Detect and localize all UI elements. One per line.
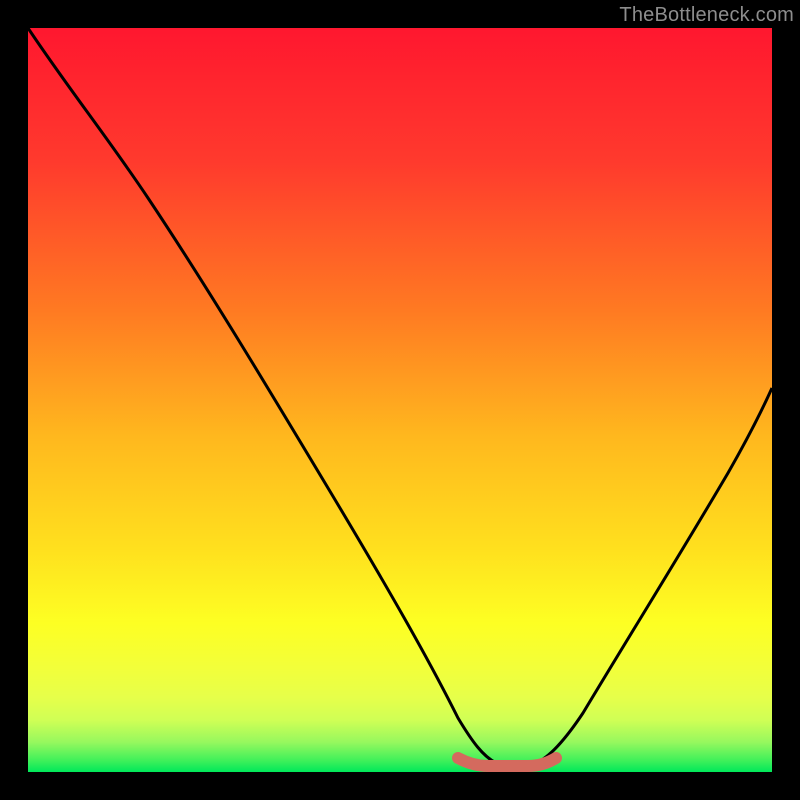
bottleneck-curve (28, 28, 772, 763)
watermark-label: TheBottleneck.com (619, 4, 794, 27)
curve-layer (28, 28, 772, 772)
chart-frame: TheBottleneck.com (0, 0, 800, 800)
flat-bottom-marker (458, 758, 556, 766)
plot-area (28, 28, 772, 772)
